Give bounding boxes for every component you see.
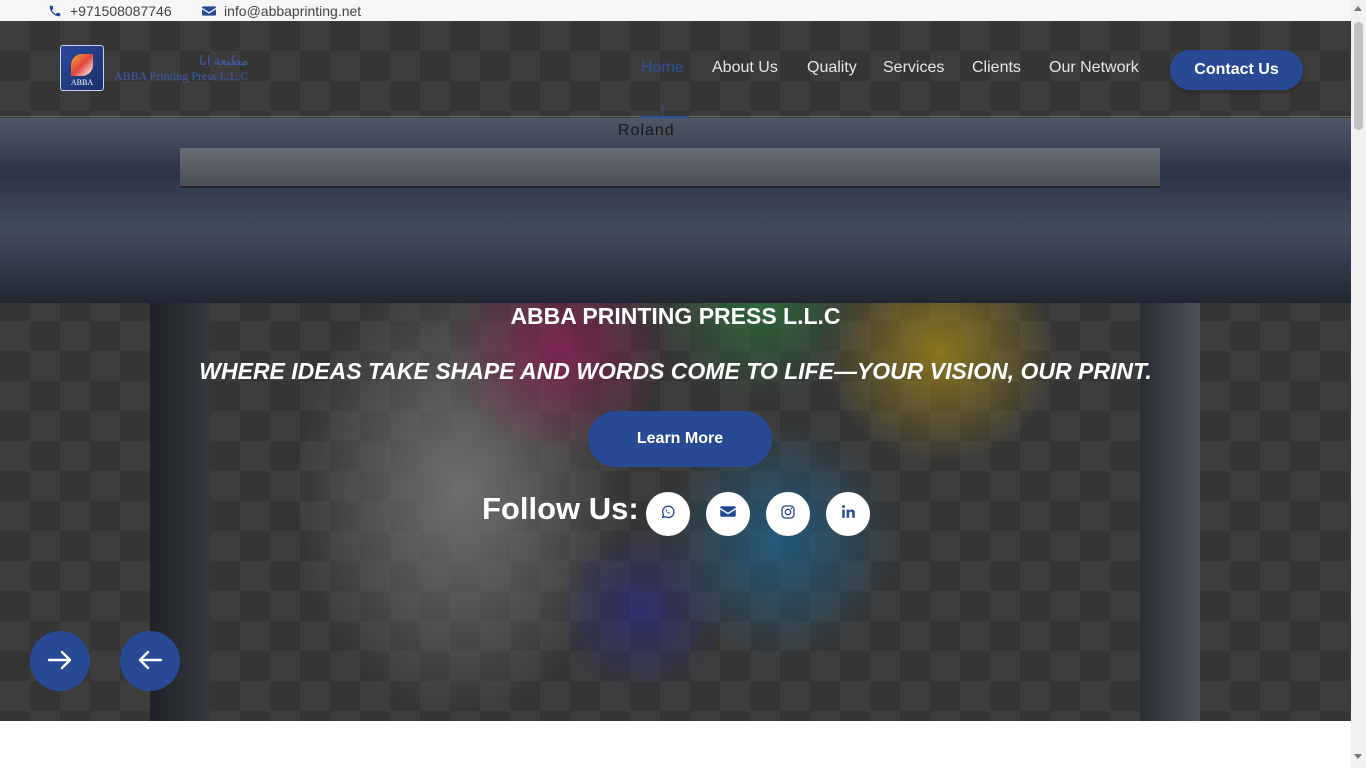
nav-item-home[interactable]: Home (641, 59, 684, 77)
active-nav-indicator (662, 106, 663, 116)
slider-prev-button[interactable] (120, 631, 180, 691)
logo-mark: ABBA (60, 45, 104, 91)
scroll-thumb[interactable] (1354, 22, 1363, 130)
arrow-left-icon (137, 650, 163, 673)
logo-english-text: ABBA Printing Press L.L.C (114, 68, 249, 83)
follow-us-label: Follow Us: (482, 491, 639, 526)
top-contact-bar: +971508087746 info@abbaprinting.net (0, 0, 1351, 21)
phone-number: +971508087746 (70, 3, 172, 19)
hero-title: ABBA PRINTING PRESS L.L.C (510, 303, 841, 329)
envelope-icon (202, 5, 216, 17)
linkedin-icon (841, 504, 856, 524)
nav-item-services[interactable]: Services (883, 59, 944, 77)
whatsapp-icon (660, 504, 676, 525)
phone-icon (48, 4, 62, 18)
slider-next-button[interactable] (30, 631, 90, 691)
whatsapp-link[interactable] (646, 492, 690, 536)
logo-arabic-text: مطبعة ابا (199, 52, 249, 68)
email-contact[interactable]: info@abbaprinting.net (202, 3, 361, 19)
instagram-icon (780, 504, 796, 525)
logo[interactable]: ABBA مطبعة ابا ABBA Printing Press L.L.C (60, 45, 248, 91)
nav-item-our-network[interactable]: Our Network (1049, 59, 1139, 77)
main-navbar: ABBA مطبعة ابا ABBA Printing Press L.L.C… (0, 21, 1351, 118)
active-nav-underline (641, 116, 687, 118)
nav-item-about-us[interactable]: About Us (712, 59, 778, 77)
hero-tagline: WHERE IDEAS TAKE SHAPE AND WORDS COME TO… (199, 358, 1152, 384)
arrow-right-icon (47, 650, 73, 673)
scroll-down-arrow[interactable] (1354, 754, 1362, 759)
email-link[interactable] (706, 492, 750, 536)
phone-contact[interactable]: +971508087746 (48, 3, 172, 19)
hero-banner: Roland ABBA مطبعة ابا ABBA Printing Pres… (0, 21, 1351, 721)
contact-us-button[interactable]: Contact Us (1170, 50, 1303, 90)
email-address: info@abbaprinting.net (224, 3, 362, 19)
nav-item-clients[interactable]: Clients (972, 59, 1021, 77)
scroll-up-arrow[interactable] (1354, 6, 1362, 11)
page-scrollbar[interactable] (1351, 0, 1366, 768)
logo-mark-text: ABBA (70, 78, 94, 87)
nav-item-quality[interactable]: Quality (807, 59, 857, 77)
linkedin-link[interactable] (826, 492, 870, 536)
instagram-link[interactable] (766, 492, 810, 536)
envelope-icon (720, 505, 736, 523)
learn-more-button[interactable]: Learn More (588, 411, 772, 467)
